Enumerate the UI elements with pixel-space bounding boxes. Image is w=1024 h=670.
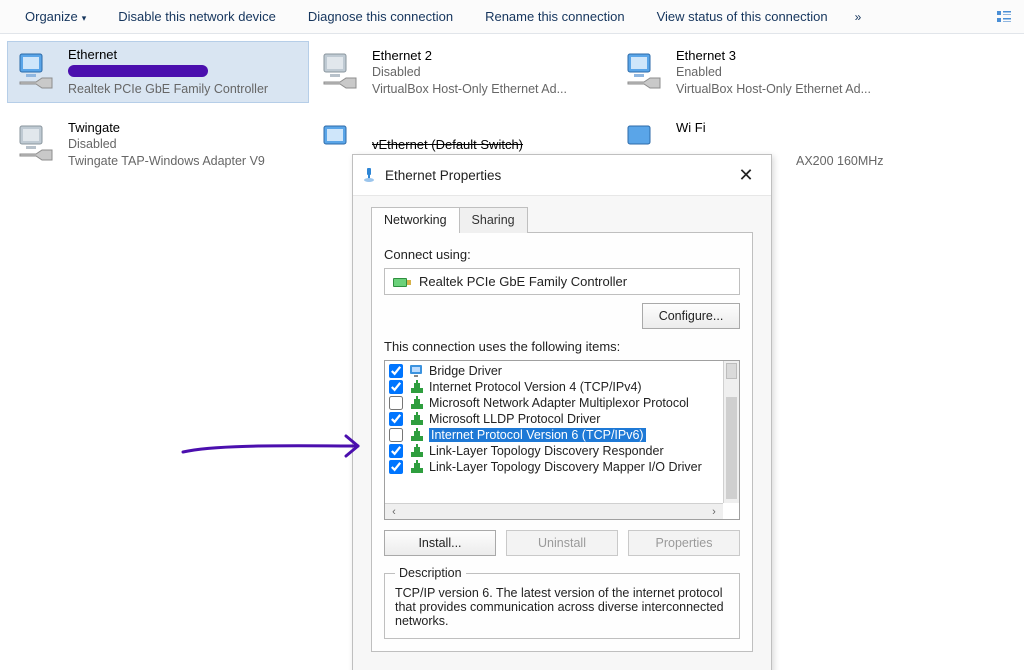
- ethernet-icon: [361, 167, 377, 183]
- annotation-arrow-icon: [178, 424, 378, 474]
- redacted-status: [68, 65, 208, 77]
- list-item[interactable]: Microsoft Network Adapter Multiplexor Pr…: [385, 395, 723, 411]
- view-status-button[interactable]: View status of this connection: [652, 6, 833, 27]
- command-bar: Organize Disable this network device Dia…: [0, 0, 1024, 34]
- connect-using-value: Realtek PCIe GbE Family Controller: [419, 274, 627, 289]
- tab-sharing[interactable]: Sharing: [459, 207, 528, 233]
- uninstall-button: Uninstall: [506, 530, 618, 556]
- description-group: Description TCP/IP version 6. The latest…: [384, 566, 740, 639]
- adapter-name: Twingate: [68, 119, 265, 136]
- scroll-up-icon[interactable]: [726, 363, 737, 379]
- network-adapter-icon: [14, 52, 58, 92]
- item-label: Bridge Driver: [429, 364, 502, 378]
- ethernet-properties-dialog: Ethernet Properties ✕ Networking Sharing…: [352, 154, 772, 670]
- scroll-right-icon[interactable]: ›: [705, 504, 723, 520]
- adapter-ethernet[interactable]: Ethernet Realtek PCIe GbE Family Control…: [8, 42, 308, 102]
- install-button[interactable]: Install...: [384, 530, 496, 556]
- description-legend: Description: [395, 566, 466, 580]
- items-label: This connection uses the following items…: [384, 339, 740, 354]
- vertical-scrollbar[interactable]: [723, 361, 739, 503]
- item-checkbox[interactable]: [389, 396, 403, 410]
- item-label: Link-Layer Topology Discovery Mapper I/O…: [429, 460, 702, 474]
- protocol-icon: [409, 444, 425, 458]
- description-text: TCP/IP version 6. The latest version of …: [395, 586, 729, 628]
- organize-menu[interactable]: Organize: [20, 6, 91, 27]
- item-checkbox[interactable]: [389, 412, 403, 426]
- adapter-status: Enabled: [676, 64, 871, 81]
- adapter-detail: Realtek PCIe GbE Family Controller: [68, 81, 268, 98]
- diagnose-button[interactable]: Diagnose this connection: [303, 6, 458, 27]
- list-item[interactable]: Link-Layer Topology Discovery Mapper I/O…: [385, 459, 723, 475]
- adapter-labels: Ethernet Realtek PCIe GbE Family Control…: [68, 46, 268, 98]
- tabs: Networking Sharing: [371, 206, 753, 232]
- disable-device-button[interactable]: Disable this network device: [113, 6, 281, 27]
- adapter-status: Disabled: [68, 136, 265, 153]
- close-icon[interactable]: ✕: [729, 161, 763, 189]
- scroll-thumb[interactable]: [726, 397, 737, 499]
- overflow-chevron-icon[interactable]: »: [855, 10, 862, 24]
- item-label: Internet Protocol Version 6 (TCP/IPv6): [429, 428, 646, 442]
- change-view-icon[interactable]: [990, 9, 1012, 25]
- list-item[interactable]: Link-Layer Topology Discovery Responder: [385, 443, 723, 459]
- network-adapter-icon: [622, 52, 666, 92]
- adapter-name: vEthernet (Default Switch): [372, 136, 523, 153]
- adapter-name: Ethernet 2: [372, 47, 567, 64]
- adapter-detail: VirtualBox Host-Only Ethernet Ad...: [676, 81, 871, 98]
- item-checkbox[interactable]: [389, 444, 403, 458]
- nic-icon: [393, 275, 411, 289]
- connect-using-box: Realtek PCIe GbE Family Controller: [384, 268, 740, 295]
- properties-button: Properties: [628, 530, 740, 556]
- monitor-icon: [409, 364, 425, 378]
- item-label: Link-Layer Topology Discovery Responder: [429, 444, 664, 458]
- item-label: Microsoft Network Adapter Multiplexor Pr…: [429, 396, 689, 410]
- adapter-ethernet2[interactable]: Ethernet 2 Disabled VirtualBox Host-Only…: [312, 42, 612, 102]
- item-checkbox[interactable]: [389, 380, 403, 394]
- tab-panel-networking: Connect using: Realtek PCIe GbE Family C…: [371, 232, 753, 652]
- adapter-status: Disabled: [372, 64, 567, 81]
- scroll-left-icon[interactable]: ‹: [385, 504, 403, 520]
- rename-button[interactable]: Rename this connection: [480, 6, 629, 27]
- list-item[interactable]: Microsoft LLDP Protocol Driver: [385, 411, 723, 427]
- list-item[interactable]: Bridge Driver: [385, 363, 723, 379]
- protocol-icon: [409, 460, 425, 474]
- adapter-detail: Twingate TAP-Windows Adapter V9: [68, 153, 265, 170]
- adapter-name: Wi Fi: [676, 119, 884, 136]
- protocol-icon: [409, 428, 425, 442]
- connection-items-list: Bridge Driver Internet Protocol Version 4…: [384, 360, 740, 520]
- adapter-name: Ethernet 3: [676, 47, 871, 64]
- adapter-detail: VirtualBox Host-Only Ethernet Ad...: [372, 81, 567, 98]
- item-label: Internet Protocol Version 4 (TCP/IPv4): [429, 380, 642, 394]
- configure-button[interactable]: Configure...: [642, 303, 740, 329]
- dialog-title: Ethernet Properties: [385, 168, 721, 183]
- item-checkbox[interactable]: [389, 428, 403, 442]
- tab-networking[interactable]: Networking: [371, 207, 460, 233]
- adapter-ethernet3[interactable]: Ethernet 3 Enabled VirtualBox Host-Only …: [616, 42, 916, 102]
- adapters-pane: Ethernet Realtek PCIe GbE Family Control…: [0, 34, 1024, 668]
- list-item[interactable]: Internet Protocol Version 6 (TCP/IPv6): [385, 427, 723, 443]
- network-adapter-icon: [318, 52, 362, 92]
- connect-using-label: Connect using:: [384, 247, 740, 262]
- adapter-twingate[interactable]: Twingate Disabled Twingate TAP-Windows A…: [8, 114, 308, 174]
- item-checkbox[interactable]: [389, 364, 403, 378]
- item-checkbox[interactable]: [389, 460, 403, 474]
- item-label: Microsoft LLDP Protocol Driver: [429, 412, 600, 426]
- protocol-icon: [409, 380, 425, 394]
- adapter-name: Ethernet: [68, 46, 268, 63]
- list-item[interactable]: Internet Protocol Version 4 (TCP/IPv4): [385, 379, 723, 395]
- horizontal-scrollbar[interactable]: ‹ ›: [385, 503, 723, 519]
- protocol-icon: [409, 396, 425, 410]
- network-adapter-icon: [14, 124, 58, 164]
- protocol-icon: [409, 412, 425, 426]
